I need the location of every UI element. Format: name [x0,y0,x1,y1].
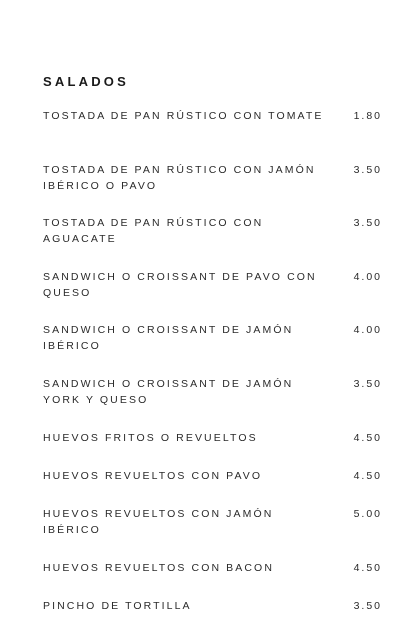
menu-page: SALADOS TOSTADA DE PAN RÚSTICO CON TOMAT… [0,0,418,627]
menu-item-name: HUEVOS REVUELTOS CON JAMÓN IBÉRICO [43,508,274,536]
menu-item-price: 3.50 [353,217,382,229]
menu-item-name: HUEVOS FRITOS O REVUELTOS [43,432,258,444]
menu-item: HUEVOS REVUELTOS CON PAVO 4.50 [43,468,383,502]
menu-item-price: 3.50 [353,164,382,176]
menu-item-name: TOSTADA DE PAN RÚSTICO CON AGUACATE [43,217,264,245]
menu-item: TOSTADA DE PAN RÚSTICO CON TOMATE 1.80 [43,108,383,142]
menu-item-price: 1.80 [353,110,382,122]
menu-item-name: TOSTADA DE PAN RÚSTICO CON JAMÓN IBÉRICO… [43,164,316,192]
menu-item-price: 4.50 [353,562,382,574]
menu-item-name: HUEVOS REVUELTOS CON BACON [43,562,274,574]
menu-item: HUEVOS FRITOS O REVUELTOS 4.50 [43,430,383,464]
menu-item-price: 4.50 [353,470,382,482]
menu-item: HUEVOS REVUELTOS CON BACON 4.50 [43,560,383,594]
menu-item-price: 3.50 [353,378,382,390]
menu-item-price: 5.00 [353,508,382,520]
menu-item: HUEVOS REVUELTOS CON JAMÓN IBÉRICO 5.00 [43,506,383,540]
section-title: SALADOS [43,74,129,89]
menu-item: TOSTADA DE PAN RÚSTICO CON AGUACATE 3.50 [43,215,383,249]
menu-item-name: SANDWICH O CROISSANT DE PAVO CON QUESO [43,271,317,299]
menu-item: SANDWICH O CROISSANT DE JAMÓN IBÉRICO 4.… [43,322,383,356]
menu-item-price: 3.50 [353,600,382,612]
menu-item-name: TOSTADA DE PAN RÚSTICO CON TOMATE [43,110,324,122]
menu-item-name: HUEVOS REVUELTOS CON PAVO [43,470,263,482]
menu-item-name: SANDWICH O CROISSANT DE JAMÓN YORK Y QUE… [43,378,294,406]
menu-item-price: 4.00 [353,271,382,283]
menu-item-name: PINCHO DE TORTILLA [43,600,192,612]
menu-item: SANDWICH O CROISSANT DE PAVO CON QUESO 4… [43,269,383,303]
menu-item-price: 4.00 [353,324,382,336]
menu-item-price: 4.50 [353,432,382,444]
menu-item-name: SANDWICH O CROISSANT DE JAMÓN IBÉRICO [43,324,294,352]
menu-item: SANDWICH O CROISSANT DE JAMÓN YORK Y QUE… [43,376,383,410]
menu-item: TOSTADA DE PAN RÚSTICO CON JAMÓN IBÉRICO… [43,162,383,196]
menu-item: PINCHO DE TORTILLA 3.50 [43,598,383,618]
